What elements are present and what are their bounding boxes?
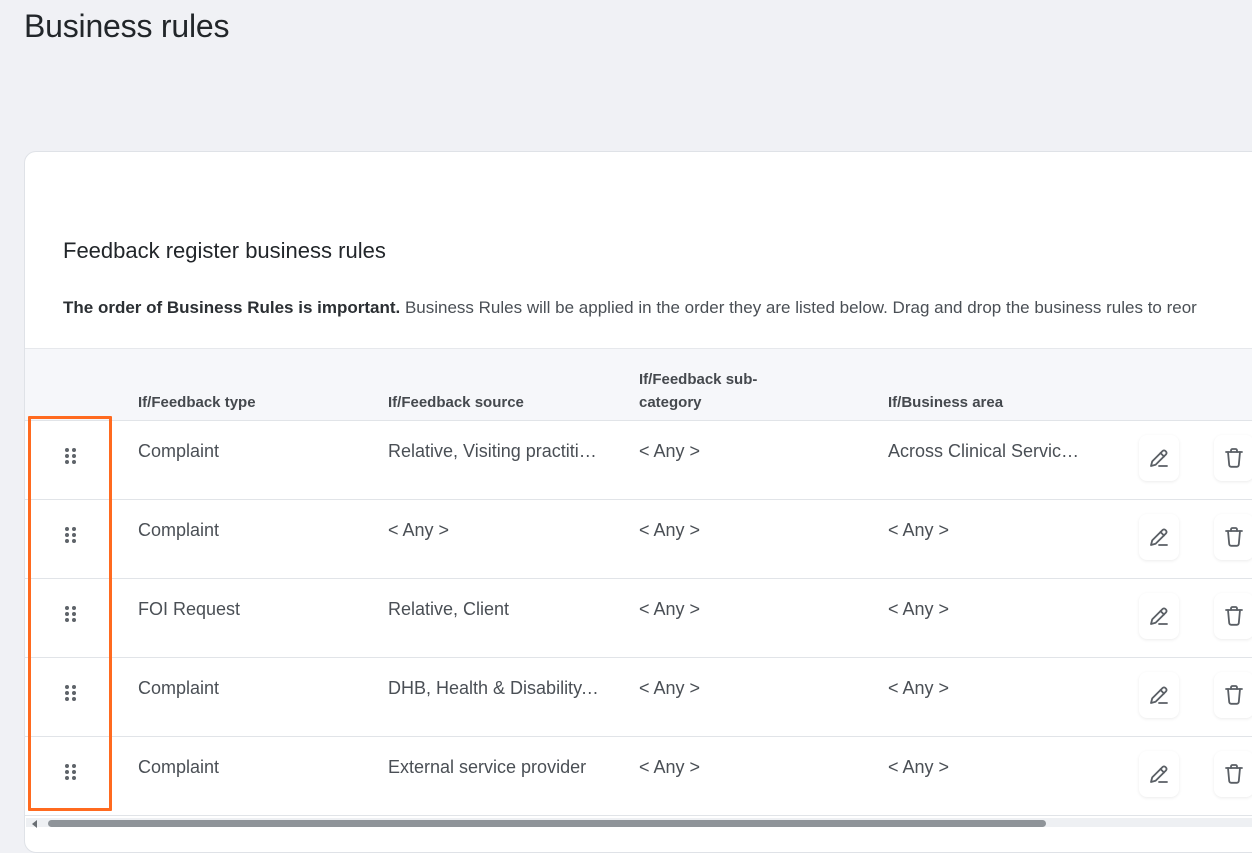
table-header: If/Feedback type If/Feedback source If/F… bbox=[25, 348, 1252, 421]
edit-rule-button[interactable] bbox=[1139, 593, 1179, 639]
table-row[interactable]: Complaint DHB, Health & Disability, Othe… bbox=[25, 658, 1252, 737]
cell-feedback-source: External service provider bbox=[388, 757, 587, 777]
cell-business-area: < Any > bbox=[888, 520, 950, 540]
cell-feedback-subcategory: < Any > bbox=[639, 678, 701, 698]
cell-feedback-type: Complaint bbox=[138, 757, 220, 777]
delete-rule-button[interactable] bbox=[1214, 751, 1252, 797]
cell-feedback-type: FOI Request bbox=[138, 599, 241, 619]
cell-feedback-type: Complaint bbox=[138, 520, 220, 540]
header-feedback-source: If/Feedback source bbox=[388, 394, 524, 411]
header-feedback-subcategory: If/Feedback sub- category bbox=[639, 368, 757, 414]
table-row[interactable]: Complaint < Any > < Any > < Any > bbox=[25, 500, 1252, 579]
cell-feedback-type: Complaint bbox=[138, 678, 220, 698]
order-notice-text: Business Rules will be applied in the or… bbox=[400, 298, 1197, 317]
pencil-icon bbox=[1150, 528, 1168, 546]
order-notice-bold: The order of Business Rules is important… bbox=[63, 298, 401, 317]
delete-rule-button[interactable] bbox=[1214, 593, 1252, 639]
order-notice: The order of Business Rules is important… bbox=[63, 298, 1197, 318]
cell-feedback-subcategory: < Any > bbox=[639, 441, 701, 461]
pencil-icon bbox=[1150, 449, 1168, 467]
cell-feedback-subcategory: < Any > bbox=[639, 520, 701, 540]
drag-handle-icon[interactable] bbox=[65, 685, 79, 705]
business-rules-card: Feedback register business rules The ord… bbox=[24, 151, 1252, 853]
pencil-icon bbox=[1150, 686, 1168, 704]
pencil-icon bbox=[1150, 607, 1168, 625]
cell-feedback-source: Relative, Visiting practitioner bbox=[388, 441, 603, 461]
edit-rule-button[interactable] bbox=[1139, 514, 1179, 560]
drag-handle-icon[interactable] bbox=[65, 448, 79, 468]
header-feedback-subcategory-line1: If/Feedback sub- bbox=[639, 371, 758, 388]
cell-feedback-source: DHB, Health & Disability, Other bbox=[388, 678, 603, 698]
header-business-area: If/Business area bbox=[888, 394, 1004, 411]
drag-handle-icon[interactable] bbox=[65, 527, 79, 547]
trash-icon bbox=[1225, 606, 1243, 626]
edit-rule-button[interactable] bbox=[1139, 672, 1179, 718]
delete-rule-button[interactable] bbox=[1214, 514, 1252, 560]
horizontal-scrollbar[interactable] bbox=[26, 818, 1252, 828]
drag-handle-icon[interactable] bbox=[65, 764, 79, 784]
drag-handle-icon[interactable] bbox=[65, 606, 79, 626]
pencil-icon bbox=[1150, 765, 1168, 783]
business-rules-table: If/Feedback type If/Feedback source If/F… bbox=[25, 348, 1252, 816]
cell-business-area: Across Clinical Services and more bbox=[888, 441, 1084, 461]
trash-icon bbox=[1225, 685, 1243, 705]
cell-feedback-source: < Any > bbox=[388, 520, 450, 540]
cell-business-area: < Any > bbox=[888, 678, 950, 698]
edit-rule-button[interactable] bbox=[1139, 435, 1179, 481]
edit-rule-button[interactable] bbox=[1139, 751, 1179, 797]
table-row[interactable]: Complaint Relative, Visiting practitione… bbox=[25, 421, 1252, 500]
cell-feedback-subcategory: < Any > bbox=[639, 599, 701, 619]
header-feedback-type: If/Feedback type bbox=[138, 394, 256, 411]
trash-icon bbox=[1225, 527, 1243, 547]
delete-rule-button[interactable] bbox=[1214, 435, 1252, 481]
scrollbar-thumb[interactable] bbox=[48, 820, 1046, 827]
cell-business-area: < Any > bbox=[888, 757, 950, 777]
header-feedback-subcategory-line2: category bbox=[639, 394, 702, 411]
card-title: Feedback register business rules bbox=[63, 238, 386, 263]
cell-feedback-type: Complaint bbox=[138, 441, 220, 461]
table-row[interactable]: Complaint External service provider < An… bbox=[25, 737, 1252, 816]
cell-business-area: < Any > bbox=[888, 599, 950, 619]
trash-icon bbox=[1225, 448, 1243, 468]
trash-icon bbox=[1225, 764, 1243, 784]
cell-feedback-source: Relative, Client bbox=[388, 599, 510, 619]
page-title: Business rules bbox=[24, 8, 230, 44]
cell-feedback-subcategory: < Any > bbox=[639, 757, 701, 777]
table-row[interactable]: FOI Request Relative, Client < Any > < A… bbox=[25, 579, 1252, 658]
delete-rule-button[interactable] bbox=[1214, 672, 1252, 718]
